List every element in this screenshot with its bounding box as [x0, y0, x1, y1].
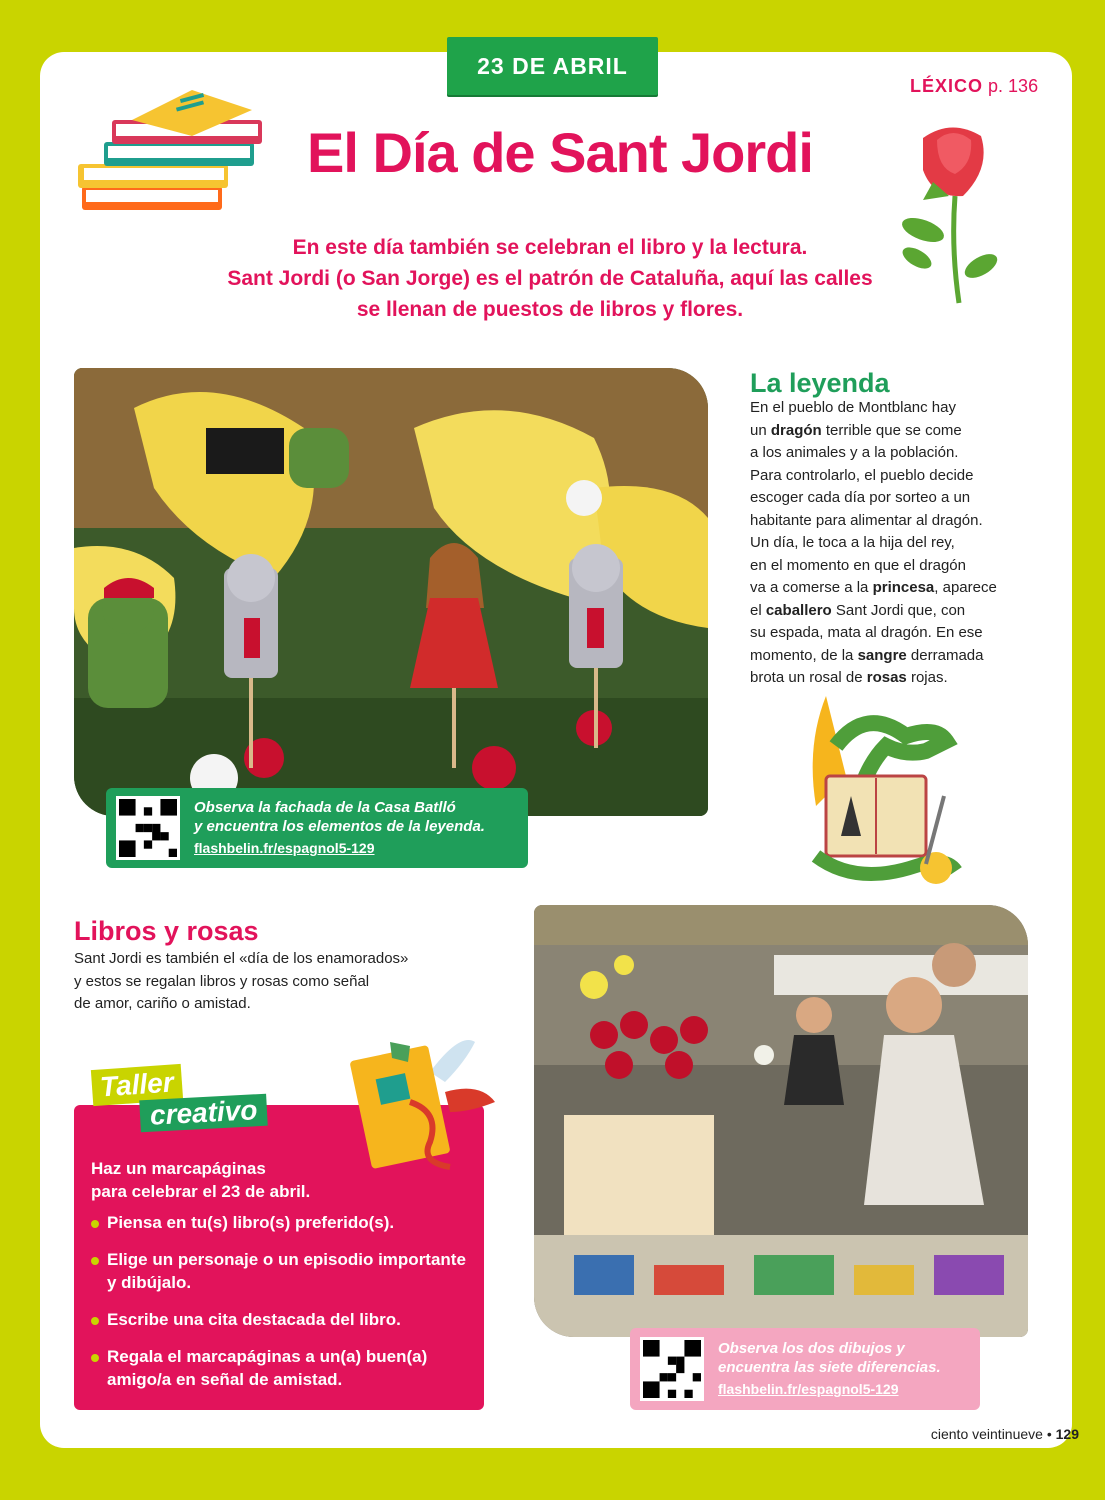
qr1-link[interactable]: flashbelin.fr/espagnol5-129 [194, 839, 485, 858]
leyenda-text: En el pueblo de Montblanc hay un dragón … [750, 399, 997, 686]
page-title: El Día de Sant Jordi [307, 121, 814, 184]
book-stall-photo [534, 905, 1028, 1337]
dragon-illustration [811, 696, 962, 884]
qr2-link[interactable]: flashbelin.fr/espagnol5-129 [718, 1380, 941, 1399]
winged-book-illustration [350, 1040, 495, 1170]
date-tag: 23 DE ABRIL [447, 37, 658, 95]
taller-intro: Haz un marcapáginas para celebrar el 23 … [91, 1159, 311, 1201]
lexico-reference[interactable]: LÉXICO p. 136 [910, 76, 1038, 97]
list-item: Regala el marcapáginas a un(a) buen(a) a… [91, 1345, 471, 1391]
list-item: Piensa en tu(s) libro(s) preferido(s). [91, 1211, 471, 1234]
page-footer: ciento veintinueve • 129 [930, 1426, 1079, 1442]
qr-code-icon[interactable] [116, 796, 180, 860]
list-item: Escribe una cita destacada del libro. [91, 1308, 471, 1331]
qr-box-diferencias[interactable]: Observa los dos dibujos y encuentra las … [630, 1328, 980, 1410]
qr1-instruction-line2: y encuentra los elementos de la leyenda. [194, 818, 485, 835]
qr-box-casa-batllo[interactable]: Observa la fachada de la Casa Batlló y e… [106, 788, 528, 868]
list-item: Elige un personaje o un episodio importa… [91, 1248, 471, 1294]
taller-steps-list: Piensa en tu(s) libro(s) preferido(s). E… [91, 1211, 471, 1405]
sant-jordi-figures-photo [74, 368, 708, 816]
qr2-instruction-line2: encuentra las siete diferencias. [718, 1359, 941, 1376]
qr2-instruction-line1: Observa los dos dibujos y [718, 1340, 905, 1357]
libros-heading: Libros y rosas [74, 916, 259, 946]
leyenda-heading: La leyenda [750, 368, 890, 398]
qr-code-icon[interactable] [640, 1337, 704, 1401]
qr1-instruction-line1: Observa la fachada de la Casa Batlló [194, 799, 456, 816]
creativo-tag: creativo [139, 1093, 269, 1133]
intro-text: En este día también se celebran el libro… [227, 236, 873, 321]
libros-text: Sant Jordi es también el «día de los ena… [74, 950, 409, 1012]
books-illustration [78, 90, 262, 210]
